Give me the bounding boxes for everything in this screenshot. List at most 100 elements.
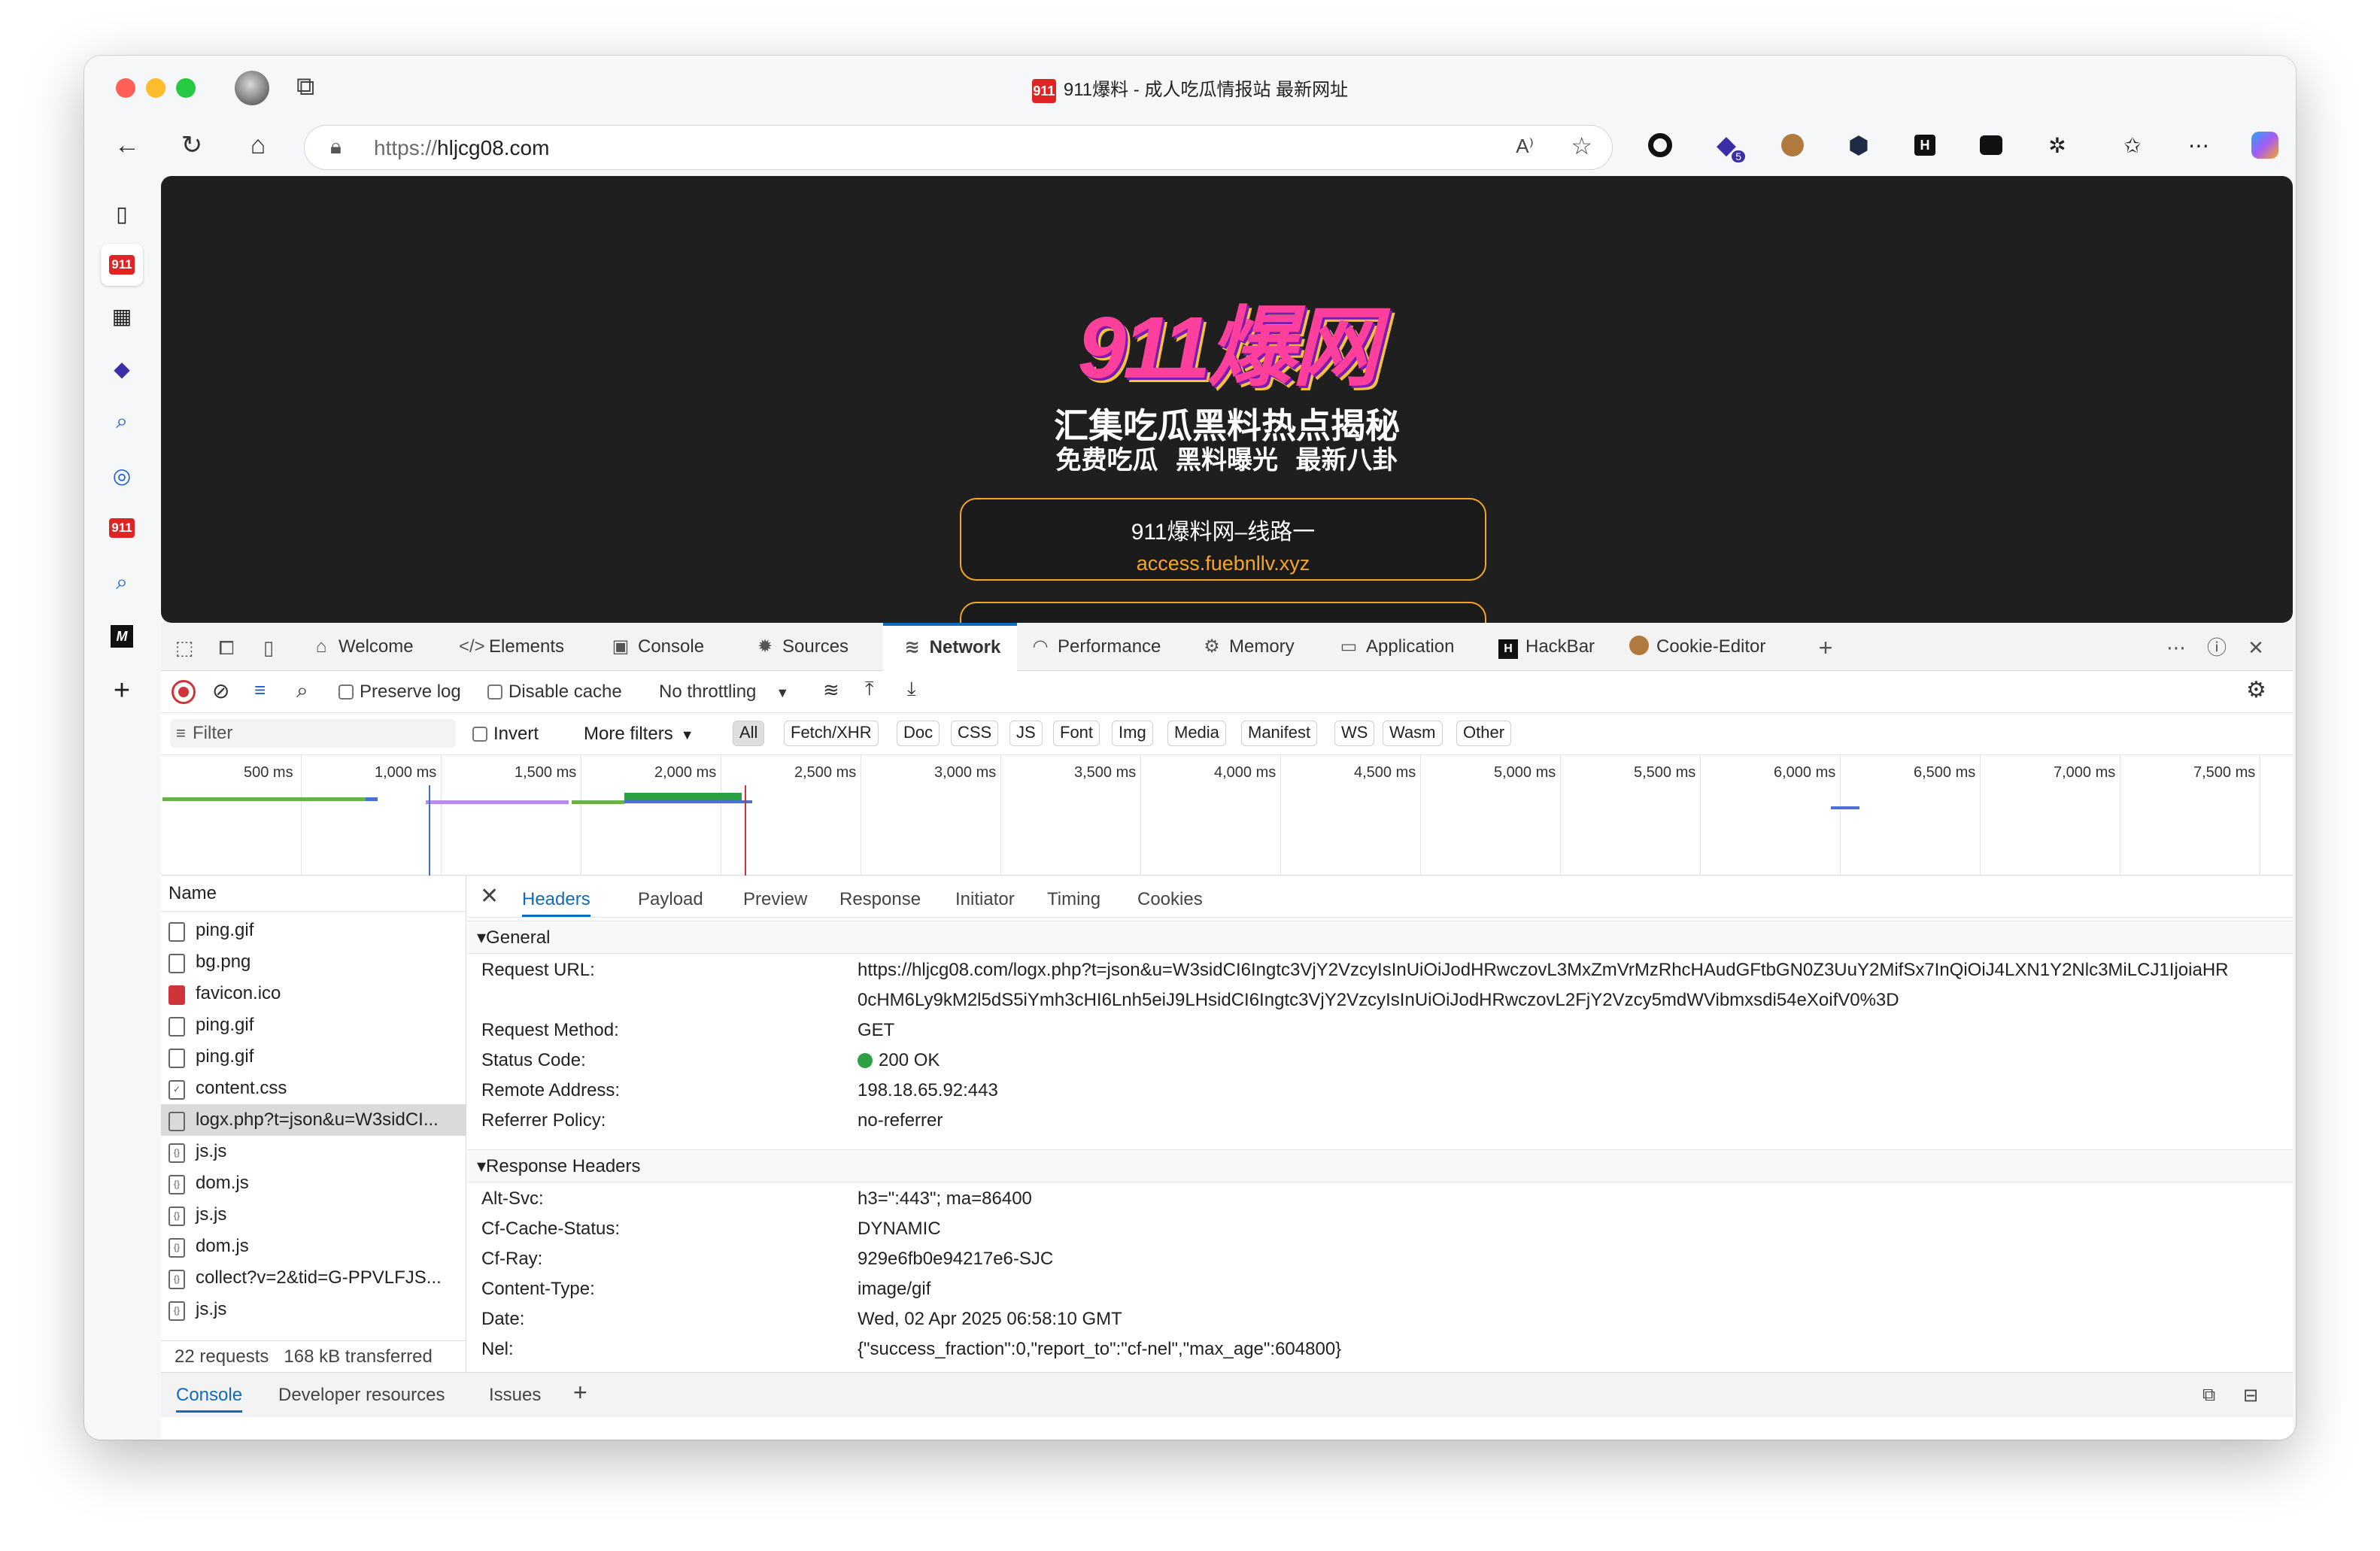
request-row[interactable]: {} js.js (161, 1199, 466, 1231)
filter-input[interactable]: ≡ Filter (170, 719, 456, 748)
request-row[interactable]: {} js.js (161, 1136, 466, 1167)
throttling-select[interactable]: No throttling ▼ (659, 681, 789, 703)
tab-network[interactable]: ≋ Network (883, 623, 1017, 671)
search-icon[interactable]: ⌕ (101, 400, 143, 442)
network-overview-timeline[interactable]: 500 ms 1,000 ms 1,500 ms 2,000 ms 2,500 … (161, 755, 2293, 876)
copilot-icon[interactable] (2246, 126, 2284, 164)
calendar-icon[interactable]: ▦ (101, 295, 143, 337)
response-headers-section-header[interactable]: ▾Response Headers (468, 1149, 2293, 1182)
request-row[interactable]: {} collect?v=2&tid=G-PPVLFJS... (161, 1262, 466, 1294)
line-one-button[interactable]: 911爆料网–线路一 access.fuebnllv.xyz (960, 498, 1486, 581)
tab-sources[interactable]: ✹ Sources (752, 623, 848, 671)
settings-gear-icon[interactable]: ⚙ (2246, 677, 2266, 703)
filter-chip-ws[interactable]: WS (1334, 721, 1375, 746)
read-aloud-icon[interactable]: A⁾ (1516, 135, 1534, 158)
filter-chip-img[interactable]: Img (1112, 721, 1153, 746)
request-row[interactable]: {} js.js (161, 1294, 466, 1325)
clear-icon[interactable]: ⊘ (212, 678, 229, 703)
game-extension-icon[interactable] (1972, 126, 2010, 164)
tab-timing[interactable]: Timing (1047, 889, 1100, 910)
request-row[interactable]: ping.gif (161, 915, 466, 946)
filter-chip-all[interactable]: All (733, 721, 765, 746)
lock-icon[interactable]: 🔒︎ (330, 135, 342, 159)
tab-headers[interactable]: Headers (522, 889, 590, 917)
puzzle-extension-icon[interactable]: ✲ (2038, 126, 2076, 164)
export-har-icon[interactable]: ⤓ (907, 677, 916, 701)
tab-application[interactable]: ▭ Application (1336, 623, 1455, 671)
line-two-button[interactable] (960, 602, 1486, 623)
back-icon[interactable]: ← (108, 126, 146, 164)
more-filters-dropdown[interactable]: More filters ▼ (584, 724, 694, 745)
refresh-icon[interactable]: ↻ (173, 126, 211, 164)
cube-extension-icon[interactable]: ◆ 5 (1708, 126, 1745, 164)
filter-chip-doc[interactable]: Doc (897, 721, 940, 746)
tab-cookies[interactable]: Cookies (1137, 889, 1203, 910)
add-tool-icon[interactable]: + (1813, 635, 1838, 660)
request-row[interactable]: favicon.ico (161, 978, 466, 1009)
address-bar[interactable]: 🔒︎ https://hljcg08.com A⁾ ☆ (304, 125, 1613, 170)
filter-chip-fetch-xhr[interactable]: Fetch/XHR (784, 721, 879, 746)
request-row[interactable]: {} dom.js (161, 1167, 466, 1199)
filter-chip-font[interactable]: Font (1053, 721, 1100, 746)
tab-performance[interactable]: ◠ Performance (1028, 623, 1161, 671)
record-icon[interactable] (172, 680, 196, 704)
sidebar-panel-icon[interactable]: ▯ (101, 193, 143, 235)
close-drawer-icon[interactable]: ⊟ (2243, 1385, 2258, 1407)
request-row[interactable]: ✓ content.css (161, 1073, 466, 1104)
drawer-tab-developer-resources[interactable]: Developer resources (278, 1385, 445, 1406)
tab-payload[interactable]: Payload (638, 889, 703, 910)
favorites-icon[interactable]: ✩ (2114, 126, 2151, 164)
filter-chip-manifest[interactable]: Manifest (1241, 721, 1318, 746)
device-emulation-icon[interactable]: ⧠ (214, 635, 239, 660)
tab-welcome[interactable]: ⌂ Welcome (308, 623, 414, 671)
globe-icon[interactable]: ◎ (101, 454, 143, 496)
filter-toggle-icon[interactable]: ≡ (254, 678, 266, 702)
favorite-star-icon[interactable]: ☆ (1571, 132, 1592, 160)
search-icon[interactable]: ⌕ (296, 678, 308, 703)
tab-elements[interactable]: </> Elements (459, 623, 564, 671)
add-drawer-tab-icon[interactable]: + (573, 1379, 587, 1407)
help-icon[interactable]: ⓘ (2204, 635, 2230, 660)
filter-chip-other[interactable]: Other (1456, 721, 1512, 746)
sidebar-item-911[interactable]: 911 (101, 244, 143, 286)
app-m-icon[interactable]: M (101, 615, 143, 657)
tab-initiator[interactable]: Initiator (955, 889, 1015, 910)
request-row[interactable]: ping.gif (161, 1041, 466, 1073)
hexagon-extension-icon[interactable]: ⬢ (1840, 126, 1878, 164)
tab-response[interactable]: Response (839, 889, 921, 910)
general-section-header[interactable]: ▾General (468, 921, 2293, 954)
filter-chip-media[interactable]: Media (1167, 721, 1226, 746)
import-har-icon[interactable]: ⤒ (865, 677, 874, 701)
cookie-extension-icon[interactable] (1774, 126, 1811, 164)
filter-chip-js[interactable]: JS (1009, 721, 1043, 746)
close-devtools-icon[interactable]: ✕ (2243, 635, 2269, 660)
more-menu-icon[interactable]: ⋯ (2180, 126, 2218, 164)
disable-cache-checkbox[interactable]: Disable cache (487, 681, 622, 703)
tab-console[interactable]: ▣ Console (608, 623, 704, 671)
name-column-header[interactable]: Name (161, 876, 466, 912)
add-sidebar-icon[interactable]: + (101, 669, 143, 712)
invert-checkbox[interactable]: Invert (472, 724, 539, 745)
layers-icon[interactable]: ◆ (101, 348, 143, 390)
drawer-tab-issues[interactable]: Issues (489, 1385, 541, 1406)
tab-preview[interactable]: Preview (743, 889, 807, 910)
tab-title[interactable]: 911 911爆料 - 成人吃瓜情报站 最新网址 (84, 74, 2296, 103)
request-row[interactable]: ping.gif (161, 1009, 466, 1041)
filter-chip-css[interactable]: CSS (951, 721, 999, 746)
request-row-selected[interactable]: logx.php?t=json&u=W3sidCI... (161, 1104, 466, 1136)
close-detail-icon[interactable]: ✕ (480, 883, 499, 909)
drawer-tab-console[interactable]: Console (176, 1385, 243, 1413)
tab-memory[interactable]: ⚙ Memory (1199, 623, 1294, 671)
dock-sidebar-icon[interactable]: ▯ (256, 635, 281, 660)
tab-cookie-editor[interactable]: Cookie-Editor (1626, 623, 1765, 671)
request-row[interactable]: {} dom.js (161, 1231, 466, 1262)
sidebar-item-911-second[interactable]: 911 (101, 507, 143, 549)
inspect-icon[interactable]: ⬚ (172, 635, 197, 660)
tab-hackbar[interactable]: H HackBar (1495, 623, 1595, 671)
search-icon-secondary[interactable]: ⌕ (101, 561, 143, 603)
circle-extension-icon[interactable] (1641, 126, 1679, 164)
home-icon[interactable]: ⌂ (239, 126, 277, 164)
network-conditions-icon[interactable]: ≋ (823, 678, 839, 702)
more-tools-icon[interactable]: ⋯ (2163, 635, 2189, 660)
request-row[interactable]: bg.png (161, 946, 466, 978)
